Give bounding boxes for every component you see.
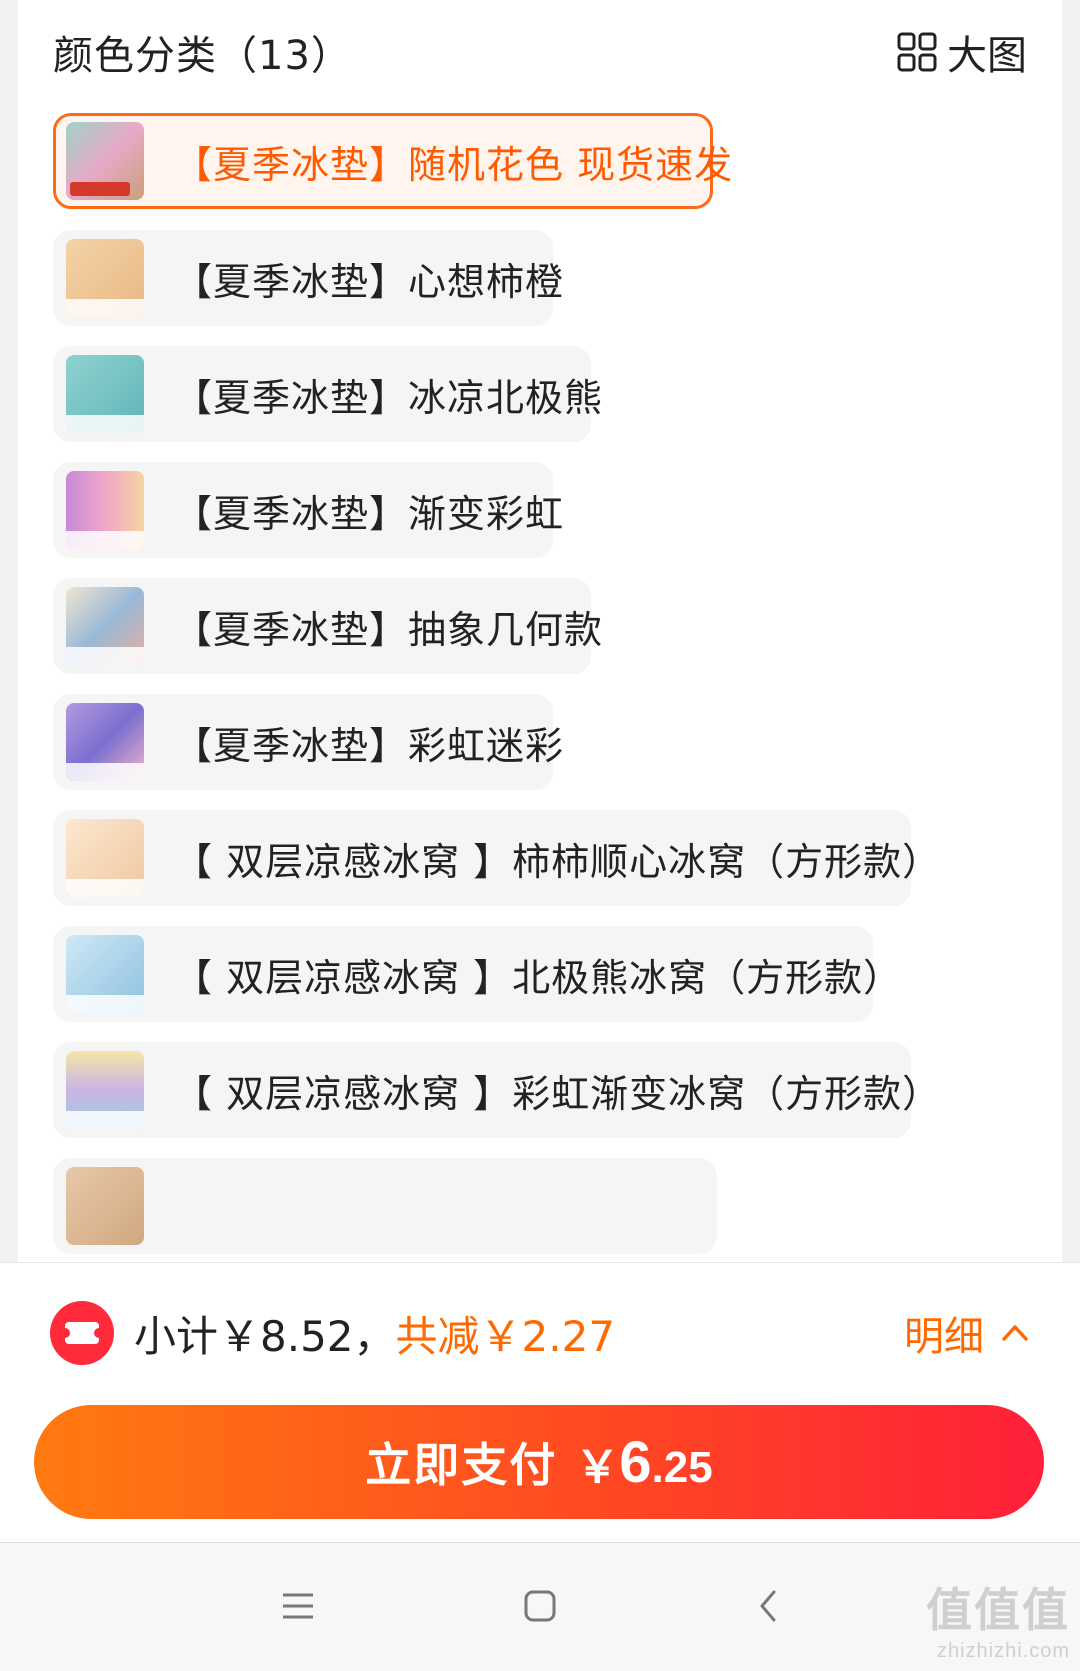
option-polar-bear[interactable]: 【夏季冰垫】冰凉北极熊 <box>53 346 602 442</box>
detail-label: 明细 <box>904 1314 984 1360</box>
option-thumbnail <box>66 122 144 200</box>
watermark: 值值值 zhizhizhi.com <box>926 1574 1070 1663</box>
grid-icon <box>897 32 937 72</box>
pay-decimal: .25 <box>651 1442 713 1492</box>
thumbnail-strip <box>66 531 144 549</box>
option-thumbnail <box>66 819 144 897</box>
discount-text: 共减￥2.27 <box>395 1311 616 1361</box>
option-label: 【 双层凉感冰窝 】柿柿顺心冰窝（方形款） <box>174 839 942 884</box>
option-label: 【 双层凉感冰窝 】彩虹渐变冰窝（方形款） <box>174 1071 942 1116</box>
option-thumbnail <box>66 1051 144 1129</box>
system-nav-bar: 值值值 zhizhizhi.com <box>0 1542 1080 1671</box>
option-thumbnail <box>66 471 144 549</box>
option-label: 【夏季冰垫】抽象几何款 <box>174 607 604 652</box>
sku-sheet: 颜色分类（13） 大图 【夏季冰垫】随机花色 现货速发 【夏季冰垫】心想柿橙 【… <box>18 0 1062 1262</box>
thumbnail-strip <box>66 879 144 897</box>
thumbnail-strip <box>66 1111 144 1129</box>
option-label: 【夏季冰垫】随机花色 现货速发 <box>174 142 734 187</box>
home-button[interactable] <box>510 1581 570 1631</box>
option-label: 【夏季冰垫】彩虹迷彩 <box>174 723 565 768</box>
option-persimmon[interactable]: 【夏季冰垫】心想柿橙 <box>53 230 563 326</box>
option-thumbnail <box>66 703 144 781</box>
option-thumbnail <box>66 239 144 317</box>
color-category-title: 颜色分类（13） <box>53 33 352 79</box>
pay-now-button[interactable]: 立即支付 ￥6.25 <box>34 1405 1044 1519</box>
thumbnail-strip <box>66 763 144 781</box>
menu-icon <box>283 1593 313 1619</box>
menu-button[interactable] <box>268 1581 328 1631</box>
pay-now-label: 立即支付 <box>365 1439 558 1491</box>
big-view-button[interactable]: 大图 <box>897 23 1027 81</box>
coupon-ticket-shape <box>60 1322 104 1344</box>
price-detail-toggle[interactable]: 明细 <box>904 1301 1030 1365</box>
pay-currency: ￥ <box>575 1442 620 1492</box>
option-thumbnail <box>66 935 144 1013</box>
pay-amount: ￥6.25 <box>575 1429 712 1496</box>
option-label: 【夏季冰垫】心想柿橙 <box>174 259 565 304</box>
option-rainbow-camo[interactable]: 【夏季冰垫】彩虹迷彩 <box>53 694 563 790</box>
option-label: 【夏季冰垫】冰凉北极熊 <box>174 375 604 420</box>
thumbnail-strip <box>66 995 144 1013</box>
sheet-header: 颜色分类（13） 大图 <box>53 22 1027 82</box>
option-gradient-rainbow[interactable]: 【夏季冰垫】渐变彩虹 <box>53 462 563 558</box>
option-abstract-geometry[interactable]: 【夏季冰垫】抽象几何款 <box>53 578 602 674</box>
option-thumbnail <box>66 355 144 433</box>
option-persimmon-nest[interactable]: 【 双层凉感冰窝 】柿柿顺心冰窝（方形款） <box>53 810 940 906</box>
option-label: 【 双层凉感冰窝 】北极熊冰窝（方形款） <box>174 955 903 1000</box>
thumbnail-strip <box>66 647 144 665</box>
thumbnail-tag <box>70 182 130 196</box>
back-button[interactable] <box>738 1581 798 1631</box>
option-polar-bear-nest[interactable]: 【 双层凉感冰窝 】北极熊冰窝（方形款） <box>53 926 901 1022</box>
option-thumbnail <box>66 1167 144 1245</box>
back-icon <box>760 1590 776 1622</box>
thumbnail-strip <box>66 415 144 433</box>
option-partial-next[interactable] <box>53 1158 717 1254</box>
chevron-up-icon <box>1002 1325 1028 1341</box>
thumbnail-strip <box>66 299 144 317</box>
checkout-bar: 小计￥8.52， 共减￥2.27 明细 立即支付 ￥6.25 <box>0 1262 1080 1542</box>
watermark-url: zhizhizhi.com <box>936 1640 1070 1662</box>
subtotal-text: 小计￥8.52， <box>134 1311 396 1361</box>
option-random-pattern[interactable]: 【夏季冰垫】随机花色 现货速发 <box>53 113 732 209</box>
watermark-logo: 值值值 <box>926 1584 1070 1636</box>
big-view-label: 大图 <box>947 33 1027 79</box>
option-thumbnail <box>66 587 144 665</box>
pay-integer: 6 <box>619 1429 652 1495</box>
option-label: 【夏季冰垫】渐变彩虹 <box>174 491 565 536</box>
subtotal-summary: 小计￥8.52， 共减￥2.27 <box>134 1301 615 1365</box>
coupon-icon[interactable] <box>50 1301 114 1365</box>
home-icon <box>524 1590 556 1622</box>
option-rainbow-nest[interactable]: 【 双层凉感冰窝 】彩虹渐变冰窝（方形款） <box>53 1042 940 1138</box>
